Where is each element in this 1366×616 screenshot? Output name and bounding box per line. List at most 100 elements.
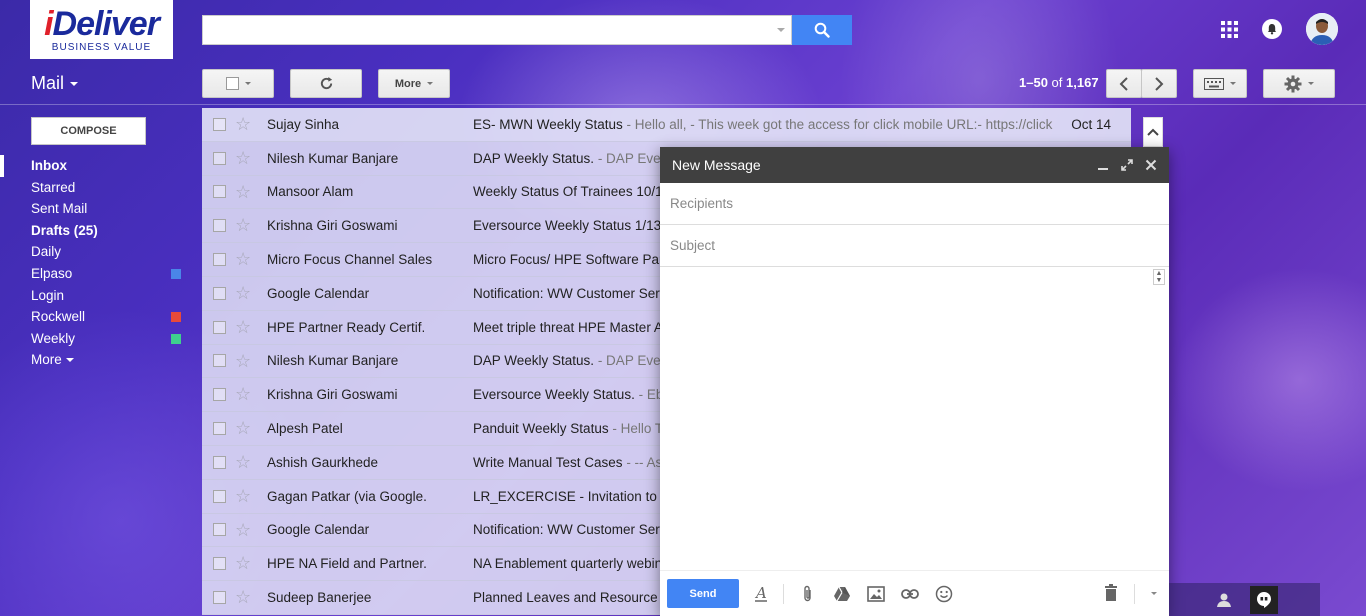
avatar[interactable] [1306,13,1338,45]
sidebar-item-rockwell[interactable]: Rockwell [0,306,190,328]
message-body[interactable]: ▲ ▼ [660,267,1169,571]
table-row[interactable]: ☆ Sujay Sinha ES- MWN Weekly Status - Hell… [202,108,1131,142]
sidebar-item-starred[interactable]: Starred [0,177,190,199]
chevron-down-icon [427,82,434,85]
row-subject: Weekly Status Of Trainees 10/10 [473,184,671,200]
star-icon[interactable]: ☆ [235,385,251,403]
row-subject: Planned Leaves and Resource P [473,590,671,606]
emoji-icon[interactable] [934,584,954,604]
body-scroll-control[interactable]: ▲ ▼ [1153,269,1165,285]
sidebar-more-button[interactable]: More [0,349,190,371]
star-icon[interactable]: ☆ [235,216,251,234]
star-icon[interactable]: ☆ [235,149,251,167]
label-color-swatch[interactable] [171,312,181,323]
settings-button[interactable] [1263,69,1335,98]
row-subject: ES- MWN Weekly Status [473,116,623,132]
star-icon[interactable]: ☆ [235,352,251,370]
star-icon[interactable]: ☆ [235,588,251,606]
send-button[interactable]: Send [667,579,739,608]
bell-icon[interactable] [1262,19,1282,39]
row-checkbox[interactable] [213,117,226,131]
mail-switcher[interactable]: Mail [31,73,79,94]
apps-grid-icon[interactable] [1221,20,1238,38]
chat-bar [1169,583,1320,616]
recipients-row [660,183,1169,225]
hangouts-button[interactable] [1250,585,1278,614]
insert-photo-icon[interactable] [866,584,886,604]
svg-text:A: A [754,586,767,602]
row-checkbox[interactable] [213,286,226,300]
row-checkbox[interactable] [213,489,226,503]
recipients-field[interactable] [670,196,1159,211]
company-logo[interactable]: iDeliver BUSINESS VALUE [30,0,173,59]
row-checkbox[interactable] [213,455,226,469]
compose-window-header[interactable]: New Message [660,147,1169,183]
chevron-left-icon [1119,76,1128,91]
row-sender: Mansoor Alam [267,184,354,200]
chevron-right-icon [1155,76,1164,91]
row-checkbox[interactable] [213,320,226,334]
sidebar-item-drafts[interactable]: Drafts (25) [0,220,190,242]
sidebar-item-login[interactable]: Login [0,285,190,307]
search-options-caret[interactable] [777,28,785,32]
star-icon[interactable]: ☆ [235,453,251,471]
label-color-swatch[interactable] [171,333,181,344]
sidebar-item-weekly[interactable]: Weekly [0,328,190,350]
sidebar-item-elpaso[interactable]: Elpaso [0,263,190,285]
row-checkbox[interactable] [213,151,226,165]
minimize-icon[interactable] [1097,159,1109,171]
close-icon[interactable] [1145,159,1157,171]
star-icon[interactable]: ☆ [235,115,251,133]
attach-icon[interactable] [798,584,818,604]
row-checkbox[interactable] [213,388,226,402]
row-checkbox[interactable] [213,219,226,233]
row-subject: Notification: WW Customer Servi [473,285,670,301]
star-icon[interactable]: ☆ [235,318,251,336]
scroll-up-button[interactable] [1143,117,1163,147]
star-icon[interactable]: ☆ [235,554,251,572]
discard-draft-button[interactable] [1104,583,1118,604]
row-checkbox[interactable] [213,354,226,368]
contacts-person-icon[interactable] [1216,592,1232,608]
subject-field[interactable] [670,238,1159,253]
row-checkbox[interactable] [213,422,226,436]
star-icon[interactable]: ☆ [235,487,251,505]
row-checkbox[interactable] [213,253,226,267]
star-icon[interactable]: ☆ [235,250,251,268]
star-icon[interactable]: ☆ [235,183,251,201]
search-input[interactable] [203,16,763,44]
select-checkbox[interactable] [225,77,239,90]
row-checkbox[interactable] [213,185,226,199]
row-subject: Eversource Weekly Status. [473,387,635,403]
older-button[interactable] [1141,69,1177,98]
sidebar-item-sent-mail[interactable]: Sent Mail [0,198,190,220]
row-checkbox[interactable] [213,591,226,605]
search-button[interactable] [792,15,852,45]
row-snippet: - Hello all, - This week got the access … [622,116,1053,132]
search-box[interactable] [202,15,792,45]
row-sender: Google Calendar [267,285,370,301]
chevron-down-icon [1308,82,1314,85]
formatting-icon[interactable]: A [751,584,771,604]
select-all-button[interactable] [202,69,274,98]
row-subject-line: ES- MWN Weekly Status - Hello all, - Thi… [473,117,1053,132]
insert-link-icon[interactable] [900,584,920,604]
row-subject: Panduit Weekly Status [473,421,609,437]
more-options-caret[interactable] [1151,592,1157,595]
row-checkbox[interactable] [213,557,226,571]
input-tools-button[interactable] [1193,69,1247,98]
drive-icon[interactable] [832,584,852,604]
sidebar-item-inbox[interactable]: Inbox [0,155,190,177]
star-icon[interactable]: ☆ [235,419,251,437]
newer-button[interactable] [1106,69,1142,98]
expand-icon[interactable] [1121,159,1133,171]
refresh-button[interactable] [290,69,362,98]
more-actions-button[interactable]: More [378,69,450,98]
star-icon[interactable]: ☆ [235,284,251,302]
row-subject: Notification: WW Customer Servi [473,522,670,538]
compose-button[interactable]: COMPOSE [31,117,146,145]
sidebar-item-daily[interactable]: Daily [0,241,190,263]
row-checkbox[interactable] [213,523,226,537]
label-color-swatch[interactable] [171,268,181,279]
star-icon[interactable]: ☆ [235,521,251,539]
